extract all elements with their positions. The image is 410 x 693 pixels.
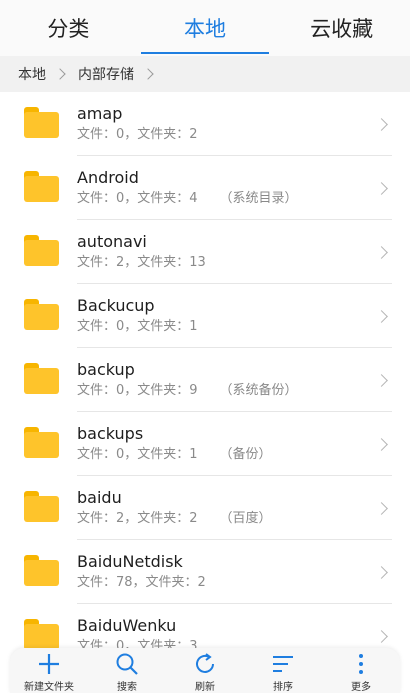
breadcrumb-internal-storage[interactable]: 内部存储	[78, 64, 134, 84]
folder-list: amap 文件：0，文件夹：2 Android 文件：0，文件夹：4 （系统目录）…	[0, 92, 410, 693]
tab-cloud-favorites[interactable]: 云收藏	[273, 0, 410, 56]
plus-icon	[39, 654, 59, 674]
folder-meta: 文件：2，文件夹：13	[77, 255, 206, 270]
sort-button[interactable]: 排序	[244, 648, 322, 693]
sort-icon	[273, 656, 293, 672]
new-folder-button[interactable]: 新建文件夹	[10, 648, 88, 693]
folder-meta: 文件：2，文件夹：2 （百度）	[77, 511, 272, 526]
folder-icon	[24, 299, 59, 330]
tab-local[interactable]: 本地	[137, 0, 274, 56]
more-button[interactable]: 更多	[322, 648, 400, 693]
chevron-right-icon	[375, 502, 388, 515]
chevron-right-icon	[375, 566, 388, 579]
folder-icon	[24, 171, 59, 202]
chevron-right-icon	[375, 630, 388, 643]
breadcrumb-local[interactable]: 本地	[18, 64, 46, 84]
chevron-right-icon	[375, 182, 388, 195]
folder-name: baidu	[77, 488, 122, 507]
folder-name: amap	[77, 104, 123, 123]
list-item[interactable]: Android 文件：0，文件夹：4 （系统目录）	[0, 156, 410, 220]
chevron-right-icon	[142, 68, 154, 80]
list-item[interactable]: baidu 文件：2，文件夹：2 （百度）	[0, 476, 410, 540]
sort-label: 排序	[273, 682, 293, 693]
more-label: 更多	[351, 682, 371, 693]
tab-category[interactable]: 分类	[0, 0, 137, 56]
refresh-icon	[196, 653, 214, 673]
refresh-label: 刷新	[195, 682, 215, 693]
folder-icon	[24, 107, 59, 138]
folder-name: autonavi	[77, 232, 147, 251]
list-item[interactable]: autonavi 文件：2，文件夹：13	[0, 220, 410, 284]
folder-meta: 文件：0，文件夹：1	[77, 319, 198, 334]
top-tabs: 分类 本地 云收藏	[0, 0, 410, 56]
folder-name: BaiduWenku	[77, 616, 177, 635]
list-item[interactable]: backup 文件：0，文件夹：9 （系统备份）	[0, 348, 410, 412]
search-label: 搜索	[117, 682, 137, 693]
chevron-right-icon	[375, 310, 388, 323]
list-item[interactable]: amap 文件：0，文件夹：2	[0, 92, 410, 156]
folder-name: backups	[77, 424, 144, 443]
folder-meta: 文件：0，文件夹：1 （备份）	[77, 447, 272, 462]
refresh-button[interactable]: 刷新	[166, 648, 244, 693]
folder-meta: 文件：0，文件夹：4 （系统目录）	[77, 191, 298, 206]
folder-meta: 文件：0，文件夹：2	[77, 127, 198, 142]
list-item[interactable]: BaiduNetdisk 文件：78，文件夹：2	[0, 540, 410, 604]
folder-meta: 文件：0，文件夹：9 （系统备份）	[77, 383, 298, 398]
chevron-right-icon	[375, 246, 388, 259]
search-button[interactable]: 搜索	[88, 648, 166, 693]
chevron-right-icon	[375, 118, 388, 131]
folder-icon	[24, 363, 59, 394]
list-item[interactable]: Backucup 文件：0，文件夹：1	[0, 284, 410, 348]
chevron-right-icon	[375, 438, 388, 451]
breadcrumb: 本地 内部存储	[0, 56, 410, 92]
folder-meta: 文件：78，文件夹：2	[77, 575, 206, 590]
folder-name: backup	[77, 360, 135, 379]
chevron-right-icon	[54, 68, 66, 80]
folder-name: Android	[77, 168, 139, 187]
chevron-right-icon	[375, 374, 388, 387]
folder-icon	[24, 619, 59, 650]
list-item[interactable]: backups 文件：0，文件夹：1 （备份）	[0, 412, 410, 476]
folder-icon	[24, 555, 59, 586]
new-folder-label: 新建文件夹	[24, 682, 74, 693]
more-vertical-icon	[359, 654, 363, 674]
folder-icon	[24, 491, 59, 522]
folder-name: Backucup	[77, 296, 155, 315]
folder-icon	[24, 235, 59, 266]
search-icon	[116, 653, 138, 675]
folder-name: BaiduNetdisk	[77, 552, 183, 571]
folder-icon	[24, 427, 59, 458]
bottom-toolbar: 新建文件夹 搜索 刷新 排序 更多	[10, 648, 400, 693]
